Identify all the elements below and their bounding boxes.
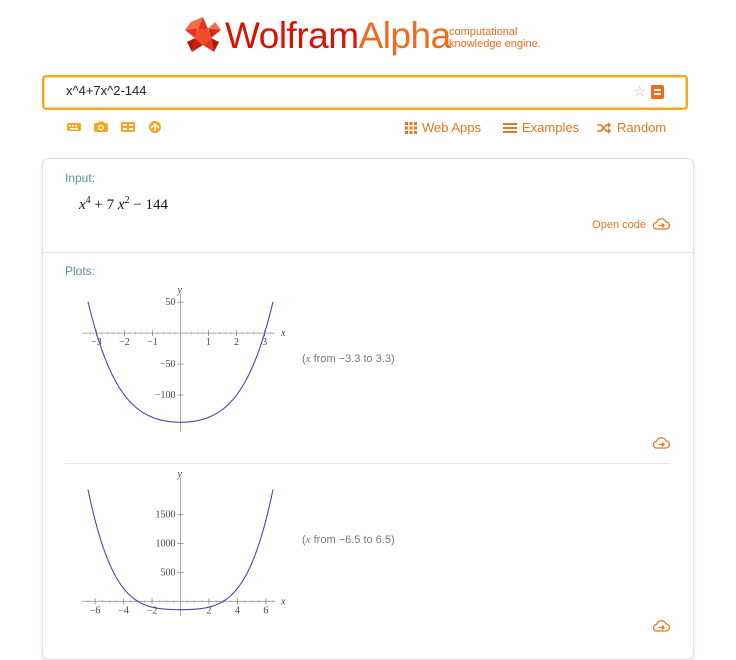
plot-2-range: (x from −6.5 to 6.5) xyxy=(302,534,395,546)
plot-2-x-tick-label: 6 xyxy=(263,605,268,616)
input-pod-title: Input: xyxy=(65,171,96,185)
plot-1-x-label: x xyxy=(280,328,286,339)
plot-2-y-tick-label: 1000 xyxy=(156,539,176,550)
plot-2-x-tick-label: 4 xyxy=(235,605,240,616)
tagline: computational knowledge engine. xyxy=(449,26,541,50)
pod-separator xyxy=(43,252,693,253)
examples-link[interactable]: Examples xyxy=(503,120,579,135)
shuffle-icon xyxy=(597,121,612,134)
search-box: ☆ xyxy=(42,75,688,110)
tagline-line-1: computational xyxy=(449,26,518,38)
formula-mid: + 7 xyxy=(90,197,118,213)
results-card: Input: x4 + 7 x2 − 144 Open code Plots: … xyxy=(42,158,694,660)
random-label: Random xyxy=(617,120,667,135)
formula-x1: x xyxy=(79,197,86,213)
plot-2: xy−6 −4 −2 2 4 615001000500 xyxy=(82,469,286,616)
plot-2-y-tick-label: 500 xyxy=(161,567,176,578)
brand-name[interactable]: WolframAlpha xyxy=(225,14,451,58)
grid-icon xyxy=(405,121,417,134)
search-input[interactable] xyxy=(66,83,606,98)
plot-1-range-text: from −3.3 to 3.3) xyxy=(310,353,395,365)
tagline-line-2: knowledge engine. xyxy=(449,38,541,50)
plot-1-x-tick-label: 2 xyxy=(234,337,239,348)
list-icon xyxy=(503,122,517,133)
random-link[interactable]: Random xyxy=(596,120,666,135)
web-apps-label: Web Apps xyxy=(422,120,482,135)
plot-separator xyxy=(65,463,670,464)
brand-wolfram: Wolfram xyxy=(225,15,359,56)
plot-1-y-tick-label: −100 xyxy=(155,390,176,401)
open-code-label: Open code xyxy=(592,218,646,231)
formula-x2: x xyxy=(117,197,125,213)
plot-1-range: (x from −3.3 to 3.3) xyxy=(302,353,395,365)
plot-2-y-tick-label: 1500 xyxy=(156,510,176,521)
examples-label: Examples xyxy=(522,120,580,135)
plot-2-cloud-arrow-icon[interactable] xyxy=(651,620,671,633)
plot-1-y-tick-label: −50 xyxy=(160,359,176,370)
plot-1-x-tick-label: 1 xyxy=(206,337,211,348)
plot-2-y-label: y xyxy=(177,469,183,480)
plot-2-x-tick-label: −6 xyxy=(90,605,101,616)
plot-1-x-tick-label: −2 xyxy=(119,337,130,348)
cloud-arrow-icon xyxy=(652,218,671,230)
star-icon[interactable]: ☆ xyxy=(633,83,646,100)
plot-1-cloud-arrow-icon[interactable] xyxy=(651,437,671,450)
table-icon[interactable] xyxy=(120,120,136,134)
plot-1: xy−3 −2 −1 1 2 350−50−100 xyxy=(82,285,286,432)
compute-button[interactable] xyxy=(651,85,664,99)
formula-end: − 144 xyxy=(129,197,169,213)
random-example-icon[interactable] xyxy=(147,120,163,134)
camera-icon[interactable] xyxy=(93,120,109,134)
web-apps-link[interactable]: Web Apps xyxy=(405,120,481,135)
input-formula: x4 + 7 x2 − 144 xyxy=(79,195,168,214)
input-tools xyxy=(66,120,163,134)
keyboard-icon[interactable] xyxy=(66,120,82,134)
plot-2-x-label: x xyxy=(280,596,286,607)
wolfram-spikey-logo-icon[interactable] xyxy=(183,14,223,58)
plot-2-range-text: from −6.5 to 6.5) xyxy=(310,534,395,546)
brand-alpha: Alpha xyxy=(358,15,452,56)
plot-1-x-tick-label: −1 xyxy=(147,337,158,348)
plot-2-x-tick-label: −4 xyxy=(118,605,129,616)
open-code-button[interactable]: Open code xyxy=(592,218,671,231)
plot-1-y-label: y xyxy=(177,285,183,296)
plot-1-y-tick-label: 50 xyxy=(166,297,176,308)
plots-pod-title: Plots: xyxy=(65,264,96,278)
